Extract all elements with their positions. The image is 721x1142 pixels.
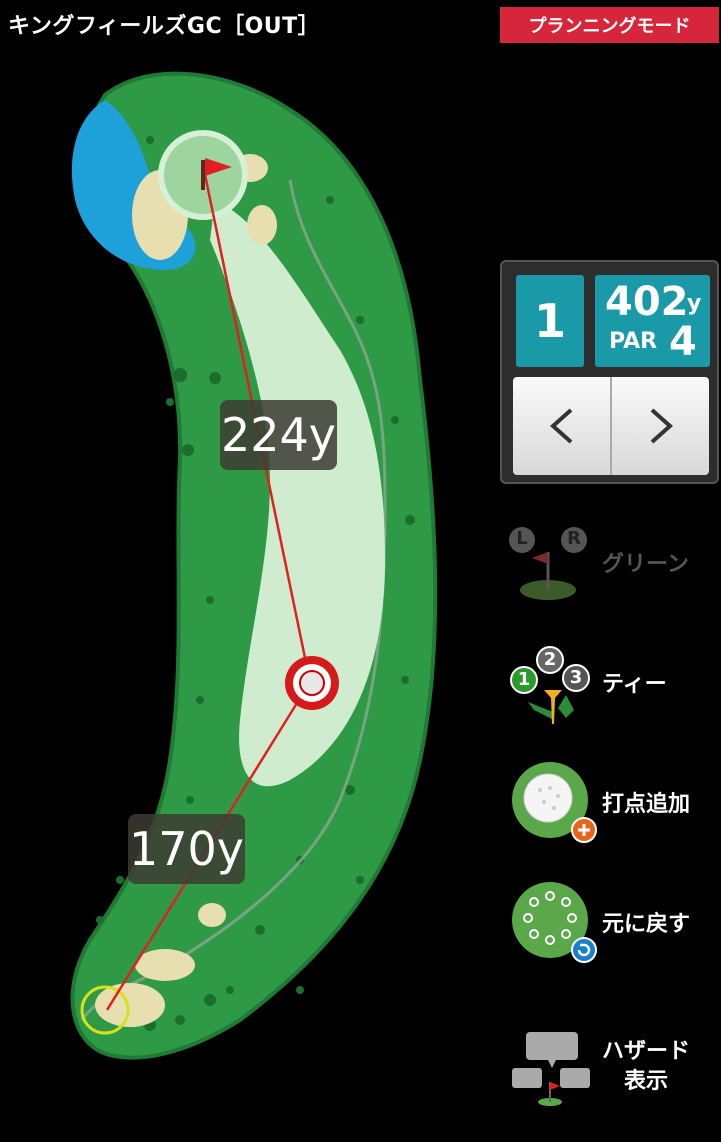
yardage-unit: y: [687, 291, 702, 316]
distance-to-pin-label: 224y: [220, 400, 337, 470]
distance-from-tee-label: 170y: [128, 814, 245, 884]
golf-ball-add-icon: [508, 760, 598, 850]
bunker: [198, 903, 226, 927]
chevron-left-icon: [549, 408, 572, 444]
next-hole-button[interactable]: [612, 377, 709, 475]
par-label: PAR: [609, 329, 658, 354]
prev-hole-button[interactable]: [513, 377, 612, 475]
add-point-button[interactable]: 打点追加: [508, 760, 720, 850]
par-value: 4: [669, 319, 697, 365]
flag-on-green-icon: L R: [508, 520, 598, 610]
hole-number: 1: [516, 275, 584, 367]
hole-info-panel: 1 402 y PAR 4: [500, 260, 719, 484]
hole-navigation: [513, 377, 709, 475]
hazard-speech-bubbles-icon: [508, 1022, 598, 1112]
reset-label: 元に戻す: [602, 912, 691, 937]
chevron-right-icon: [650, 408, 673, 444]
tee-label: ティー: [602, 672, 667, 697]
hazard-label-line1: ハザード: [602, 1039, 691, 1064]
green-button[interactable]: L R グリーン: [508, 520, 720, 610]
add-point-label: 打点追加: [602, 792, 691, 817]
hazard-display-button[interactable]: ハザード 表示: [508, 1022, 720, 1112]
tee-badge-1: 1: [517, 669, 531, 690]
reset-button[interactable]: 元に戻す: [508, 880, 720, 970]
tee-badge-2: 2: [543, 649, 557, 670]
hazard-display-label: ハザード 表示: [602, 1037, 690, 1097]
bunker: [135, 949, 195, 981]
undo-circle-icon: [508, 880, 598, 970]
right-badge: R: [567, 528, 581, 549]
tee-button[interactable]: 1 2 3 ティー: [508, 640, 720, 730]
hazard-label-line2: 表示: [624, 1069, 669, 1094]
green-label: グリーン: [602, 552, 689, 577]
target-point-icon: [285, 656, 339, 710]
yardage-box: 402 y PAR 4: [595, 275, 710, 367]
bunker: [247, 205, 277, 245]
golf-tee-icon: 1 2 3: [508, 640, 598, 730]
left-badge: L: [516, 528, 528, 549]
tee-badge-3: 3: [569, 667, 583, 688]
bunker: [95, 983, 165, 1027]
